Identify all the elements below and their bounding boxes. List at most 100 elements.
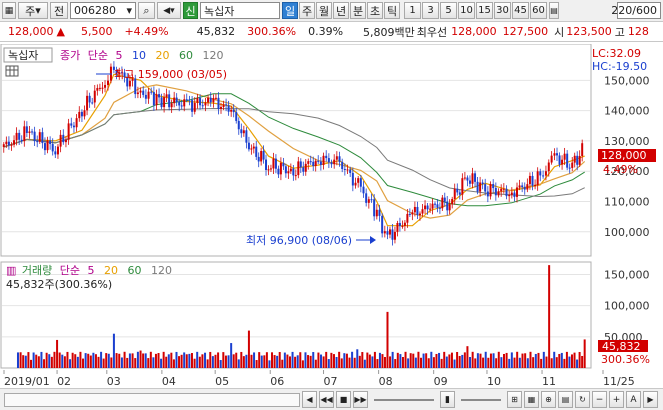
- volume-bar-13-0: [548, 265, 551, 368]
- table-icon[interactable]: [5, 65, 19, 77]
- volume-bar-5-8: [206, 359, 209, 368]
- candle-body-25-3: [547, 162, 550, 172]
- scroll-right-icon[interactable]: ▶: [643, 391, 658, 408]
- candle-body-6-0: [139, 90, 142, 93]
- chart-footer: ◀ ◀◀ ■ ▶▶ ▮ ⊞ ▦ ⊕ ▤ ↻ − + A ▶: [0, 388, 663, 410]
- period-tab-1[interactable]: 주: [299, 2, 315, 19]
- interval-tab-1[interactable]: 1: [404, 2, 421, 19]
- candle-body-13-2: [297, 161, 300, 176]
- candle-body-22-6: [481, 182, 484, 185]
- candle-body-3-2: [86, 95, 89, 111]
- volume-bar-10-18: [432, 357, 435, 368]
- candle-body-24-5: [523, 186, 526, 190]
- volume-bar-12-6: [526, 358, 529, 368]
- font-size-button[interactable]: A: [626, 391, 641, 408]
- new-badge: 신: [183, 2, 198, 19]
- volume-bar-4-17: [183, 352, 186, 368]
- zoom-track[interactable]: [461, 398, 501, 401]
- volume-bar-12-4: [521, 353, 524, 368]
- volume-bar-10-1: [389, 356, 392, 368]
- zoom-in-button[interactable]: +: [609, 391, 624, 408]
- chart-area[interactable]: 100,000 110,000 120,000 130,000 140,000 150,0…: [0, 43, 663, 388]
- interval-tab-45[interactable]: 45: [512, 2, 529, 19]
- crosshair-icon[interactable]: ⊕: [541, 391, 556, 408]
- volume-bar-8-8: [314, 359, 317, 368]
- candle-body-15-2: [343, 169, 346, 171]
- volume-bar-1-6: [71, 352, 74, 368]
- scroll-left-icon[interactable]: ◀: [302, 391, 317, 408]
- volume-bar-10-9: [409, 353, 412, 368]
- candle-body-23-1: [486, 191, 489, 197]
- period-tab-6[interactable]: 틱: [384, 2, 400, 19]
- period-tab-0[interactable]: 일: [282, 2, 298, 19]
- volume-bar-0-2: [22, 355, 25, 368]
- zoom-out-button[interactable]: −: [592, 391, 607, 408]
- candle-body-12-3: [274, 158, 277, 169]
- quote-bid: 127,500: [502, 25, 549, 38]
- prefix-button[interactable]: 전: [50, 2, 68, 19]
- stop-icon[interactable]: ■: [336, 391, 351, 408]
- grid-icon[interactable]: ▦: [524, 391, 539, 408]
- volume-bar-3-1: [115, 353, 118, 368]
- volume-bar-8-1: [296, 355, 299, 368]
- zoom-slider-thumb-icon[interactable]: ▮: [440, 391, 455, 408]
- interval-tab-5[interactable]: 5: [440, 2, 457, 19]
- period-tab-2[interactable]: 월: [316, 2, 332, 19]
- volume-bar-13-4: [558, 353, 561, 368]
- candle-body-10-3: [237, 120, 240, 130]
- interval-tab-30[interactable]: 30: [494, 2, 511, 19]
- interval-tab-15[interactable]: 15: [476, 2, 493, 19]
- volume-bar-12-7: [529, 351, 532, 368]
- sound-icon[interactable]: ◀▾: [157, 2, 181, 19]
- volume-bar-8-11: [322, 356, 325, 368]
- volume-bar-3-9: [136, 351, 139, 368]
- candle-body-1-7: [43, 143, 46, 151]
- volume-bar-10-28: [458, 355, 461, 368]
- horizontal-scrollbar[interactable]: [4, 392, 300, 407]
- volume-bar-9-1: [358, 355, 361, 368]
- refresh-icon[interactable]: ↻: [575, 391, 590, 408]
- volume-bar-9-9: [378, 352, 381, 368]
- volume-bar-8-12: [325, 351, 328, 368]
- candle-body-23-3: [492, 184, 495, 189]
- volume-bar-8-7: [312, 352, 315, 368]
- last-price-pct: 4.49%: [603, 163, 638, 176]
- volume-bar-9-3: [363, 359, 366, 368]
- volume-bar-8-18: [340, 358, 343, 368]
- count-field[interactable]: 220/600: [611, 2, 661, 19]
- volume-bar-8-6: [309, 355, 312, 368]
- candle-body-14-0: [317, 160, 320, 162]
- print-icon[interactable]: ▤: [558, 391, 573, 408]
- chart-setting-icon[interactable]: ⊞: [507, 391, 522, 408]
- interval-tab-3[interactable]: 3: [422, 2, 439, 19]
- zoom-slider[interactable]: [374, 398, 434, 401]
- candle-body-15-4: [349, 169, 352, 173]
- stock-code-input[interactable]: 006280 ▾: [70, 2, 136, 19]
- stock-name-field[interactable]: 녹십자: [200, 2, 280, 19]
- interval-tab-10[interactable]: 10: [458, 2, 475, 19]
- search-icon[interactable]: ⌕: [138, 2, 155, 19]
- candle-body-2-2: [59, 134, 62, 147]
- candle-body-26-6: [568, 167, 571, 169]
- candle-body-1-0: [25, 126, 28, 133]
- candle-body-11-1: [250, 148, 253, 150]
- period-tab-4[interactable]: 분: [350, 2, 366, 19]
- price-volume-chart[interactable]: 100,000110,000120,000130,000140,000150,0…: [0, 43, 663, 388]
- candle-body-8-5: [199, 97, 202, 106]
- period-tab-5[interactable]: 초: [367, 2, 383, 19]
- menu-icon[interactable]: ▦: [2, 2, 16, 19]
- period-tab-3[interactable]: 년: [333, 2, 349, 19]
- volume-bar-12-12: [542, 351, 545, 368]
- market-select[interactable]: 주 ▾: [18, 2, 48, 19]
- candle-body-20-1: [431, 203, 434, 209]
- rewind-icon[interactable]: ◀◀: [319, 391, 334, 408]
- candle-body-19-4: [421, 209, 424, 214]
- toolbar: ▦ 주 ▾ 전 006280 ▾ ⌕ ◀▾ 신 녹십자 일주월년분초틱 1 3 5 10 1…: [0, 0, 663, 22]
- low-note: 최저 96,900 (08/06): [246, 234, 352, 247]
- volume-bar-5-11: [214, 354, 217, 368]
- interval-tab-60[interactable]: 60: [530, 2, 547, 19]
- volume-bar-8-20: [345, 353, 348, 368]
- candle-body-12-1: [269, 168, 272, 170]
- calendar-icon[interactable]: ▤: [549, 2, 559, 19]
- forward-icon[interactable]: ▶▶: [353, 391, 368, 408]
